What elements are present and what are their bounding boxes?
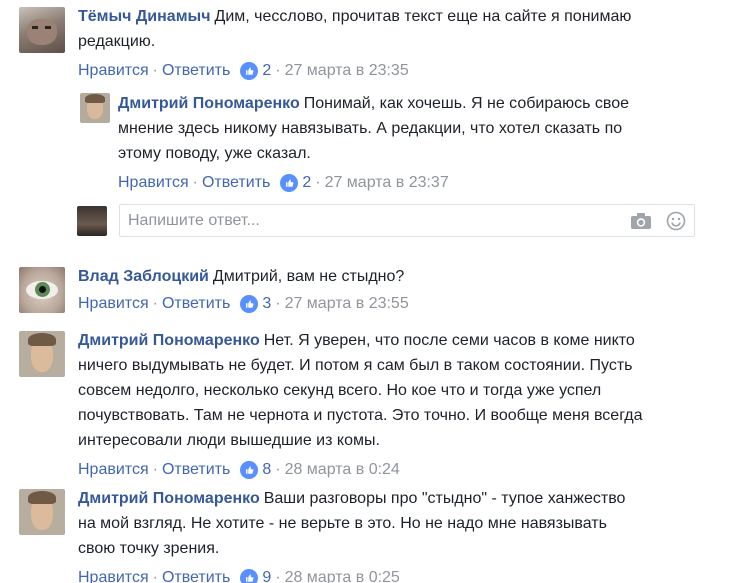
camera-icon[interactable] bbox=[630, 212, 652, 230]
separator-dot: · bbox=[152, 62, 158, 79]
reply-link[interactable]: Ответить bbox=[162, 292, 230, 316]
like-link[interactable]: Нравится bbox=[78, 59, 149, 83]
reply-link[interactable]: Ответить bbox=[202, 171, 270, 195]
avatar[interactable] bbox=[19, 331, 65, 377]
separator-dot: · bbox=[315, 174, 321, 191]
comment-text: Тёмыч Динамыч Дим, чесслово, прочитав тек… bbox=[78, 8, 632, 50]
comment-author[interactable]: Дмитрий Пономаренко bbox=[78, 332, 260, 349]
separator-dot: · bbox=[152, 295, 158, 312]
comment-author[interactable]: Влад Заблоцкий bbox=[78, 268, 209, 285]
separator-dot: · bbox=[275, 569, 281, 583]
comment-5: Дмитрий Пономаренко Ваши разговоры про "с… bbox=[19, 486, 724, 583]
reply-link[interactable]: Ответить bbox=[162, 566, 230, 583]
comment-author[interactable]: Тёмыч Динамыч bbox=[78, 8, 211, 25]
comment-timestamp[interactable]: 28 марта в 0:24 bbox=[285, 458, 400, 482]
like-count[interactable]: 8 bbox=[262, 458, 271, 482]
comment-timestamp[interactable]: 27 марта в 23:35 bbox=[285, 59, 409, 83]
comment-4: Дмитрий Пономаренко Нет. Я уверен, что по… bbox=[19, 328, 724, 482]
comment-author[interactable]: Дмитрий Пономаренко bbox=[118, 95, 300, 112]
comment-actions: Нравится · Ответить 3 · 27 марта в 23:55 bbox=[78, 292, 719, 316]
like-icon[interactable] bbox=[240, 569, 259, 583]
avatar[interactable] bbox=[80, 93, 110, 123]
comment-text: Дмитрий Пономаренко Ваши разговоры про "с… bbox=[78, 490, 626, 557]
avatar[interactable] bbox=[19, 7, 65, 53]
like-count[interactable]: 2 bbox=[302, 171, 311, 195]
separator-dot: · bbox=[275, 461, 281, 478]
comment-actions: Нравится · Ответить 9 · 28 марта в 0:25 bbox=[78, 566, 724, 583]
comment-timestamp[interactable]: 28 марта в 0:25 bbox=[285, 566, 400, 583]
separator-dot: · bbox=[275, 62, 281, 79]
like-count[interactable]: 2 bbox=[262, 59, 271, 83]
comment-1: Тёмыч Динамыч Дим, чесслово, прочитав тек… bbox=[19, 4, 719, 83]
comment-3: Влад Заблоцкий Дмитрий, вам не стыдно? Нр… bbox=[19, 264, 719, 316]
like-link[interactable]: Нравится bbox=[78, 458, 149, 482]
comment-actions: Нравится · Ответить 2 · 27 марта в 23:37 bbox=[118, 171, 720, 195]
reply-link[interactable]: Ответить bbox=[162, 59, 230, 83]
current-user-avatar bbox=[77, 205, 107, 236]
like-icon[interactable] bbox=[240, 461, 259, 479]
reply-input[interactable]: Напишите ответ... bbox=[119, 204, 695, 237]
avatar[interactable] bbox=[19, 489, 65, 535]
like-link[interactable]: Нравится bbox=[78, 292, 149, 316]
separator-dot: · bbox=[192, 174, 198, 191]
comment-text: Дмитрий Пономаренко Понимай, как хочешь. … bbox=[118, 95, 630, 162]
comment-actions: Нравится · Ответить 8 · 28 марта в 0:24 bbox=[78, 458, 724, 482]
reply-comment: Дмитрий Пономаренко Понимай, как хочешь. … bbox=[80, 91, 720, 195]
like-count[interactable]: 9 bbox=[262, 566, 271, 583]
like-link[interactable]: Нравится bbox=[118, 171, 189, 195]
reply-link[interactable]: Ответить bbox=[162, 458, 230, 482]
like-icon[interactable] bbox=[280, 174, 299, 192]
separator-dot: · bbox=[275, 295, 281, 312]
comment-timestamp[interactable]: 27 марта в 23:55 bbox=[285, 292, 409, 316]
separator-dot: · bbox=[152, 569, 158, 583]
like-icon[interactable] bbox=[240, 62, 259, 80]
comment-actions: Нравится · Ответить 2 · 27 марта в 23:35 bbox=[78, 59, 719, 83]
comment-author[interactable]: Дмитрий Пономаренко bbox=[78, 490, 260, 507]
like-icon[interactable] bbox=[240, 295, 259, 313]
like-count[interactable]: 3 bbox=[262, 292, 271, 316]
comment-text: Дмитрий Пономаренко Нет. Я уверен, что по… bbox=[78, 332, 643, 449]
reply-composer: Напишите ответ... bbox=[77, 204, 695, 237]
like-link[interactable]: Нравится bbox=[78, 566, 149, 583]
comment-timestamp[interactable]: 27 марта в 23:37 bbox=[325, 171, 449, 195]
separator-dot: · bbox=[152, 461, 158, 478]
avatar[interactable] bbox=[19, 267, 65, 313]
reply-placeholder: Напишите ответ... bbox=[128, 211, 260, 229]
comment-text: Влад Заблоцкий Дмитрий, вам не стыдно? bbox=[78, 268, 405, 285]
smiley-icon[interactable] bbox=[666, 211, 686, 231]
